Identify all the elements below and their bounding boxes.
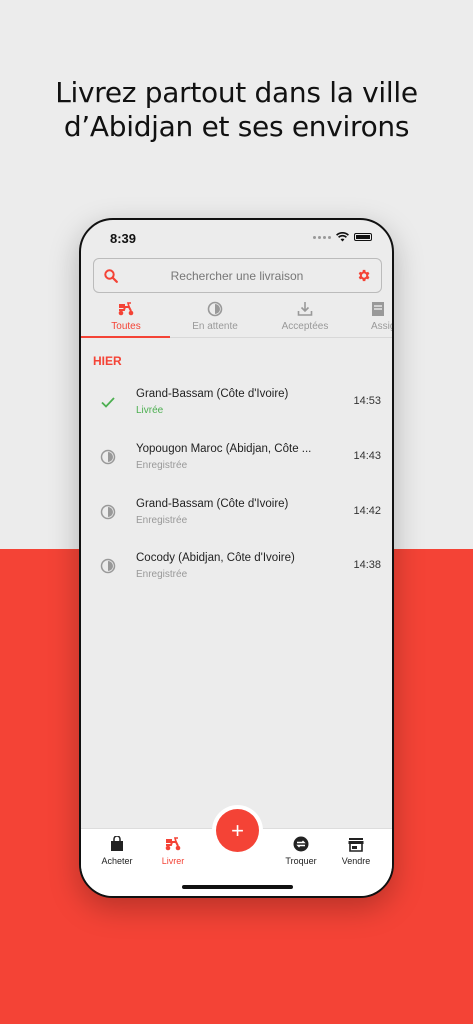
search-input[interactable]: Rechercher une livraison — [118, 269, 356, 283]
section-header: HIER — [93, 354, 122, 368]
half-circle-icon — [100, 504, 116, 520]
half-circle-icon — [207, 301, 223, 317]
nav-livrer[interactable]: Livrer — [143, 835, 203, 866]
delivery-status: Enregistrée — [136, 515, 188, 526]
half-circle-icon — [100, 449, 116, 465]
delivery-time: 14:42 — [353, 505, 381, 517]
delivery-row[interactable]: Yopougon Maroc (Abidjan, Côte ... Enregi… — [81, 435, 392, 489]
status-time: 8:39 — [110, 231, 137, 246]
delivery-title: Yopougon Maroc (Abidjan, Côte ... — [136, 443, 312, 455]
wifi-icon — [336, 232, 349, 242]
tab-toutes-label: Toutes — [111, 321, 141, 332]
nav-livrer-label: Livrer — [161, 856, 185, 866]
home-indicator — [182, 885, 293, 889]
tab-bar: Toutes En attente Acceptées Assig — [81, 300, 394, 338]
scooter-icon — [165, 837, 181, 851]
delivery-status: Enregistrée — [136, 460, 188, 471]
nav-vendre[interactable]: Vendre — [326, 835, 386, 866]
battery-icon — [354, 233, 372, 241]
search-icon[interactable] — [104, 268, 118, 283]
tab-assignees-label: Assig — [371, 321, 394, 332]
tab-toutes[interactable]: Toutes — [81, 300, 171, 338]
nav-acheter[interactable]: Acheter — [87, 835, 147, 866]
delivery-status: Livrée — [136, 405, 164, 416]
tab-acceptees-label: Acceptées — [281, 321, 329, 332]
headline: Livrez partout dans la ville d’Abidjan e… — [0, 76, 473, 144]
status-icons — [313, 232, 372, 242]
add-delivery-button[interactable]: + — [216, 809, 259, 852]
headline-line-2: d’Abidjan et ses environs — [63, 110, 410, 143]
delivery-time: 14:43 — [353, 450, 381, 462]
delivery-title: Grand-Bassam (Côte d'Ivoire) — [136, 498, 289, 510]
signal-icon — [313, 235, 331, 239]
document-icon — [372, 302, 384, 316]
shopping-bag-icon — [111, 836, 123, 851]
tab-acceptees[interactable]: Acceptées — [260, 300, 350, 338]
delivery-row[interactable]: Grand-Bassam (Côte d'Ivoire) Livrée 14:5… — [81, 380, 392, 434]
delivery-title: Grand-Bassam (Côte d'Ivoire) — [136, 388, 289, 400]
gear-icon[interactable] — [356, 268, 371, 283]
download-icon — [297, 302, 313, 316]
nav-acheter-label: Acheter — [101, 856, 133, 866]
check-icon — [101, 397, 115, 408]
tab-en-attente[interactable]: En attente — [170, 300, 260, 338]
store-icon — [348, 837, 364, 852]
tab-en-attente-label: En attente — [192, 321, 238, 332]
delivery-title: Cocody (Abidjan, Côte d'Ivoire) — [136, 552, 295, 564]
half-circle-icon — [100, 558, 116, 574]
nav-troquer[interactable]: Troquer — [271, 835, 331, 866]
scooter-icon — [118, 302, 134, 316]
phone-frame: 8:39 Rechercher une livraison Toutes En … — [79, 218, 394, 898]
delivery-time: 14:53 — [353, 395, 381, 407]
headline-line-1: Livrez partout dans la ville — [55, 76, 418, 109]
active-tab-indicator — [81, 336, 170, 338]
delivery-time: 14:38 — [353, 559, 381, 571]
delivery-row[interactable]: Grand-Bassam (Côte d'Ivoire) Enregistrée… — [81, 490, 392, 544]
delivery-row[interactable]: Cocody (Abidjan, Côte d'Ivoire) Enregist… — [81, 544, 392, 598]
nav-vendre-label: Vendre — [341, 856, 371, 866]
status-bar: 8:39 — [81, 220, 392, 256]
delivery-status: Enregistrée — [136, 569, 188, 580]
search-bar[interactable]: Rechercher une livraison — [93, 258, 382, 293]
tab-assignees[interactable]: Assig — [347, 300, 394, 338]
exchange-icon — [293, 836, 309, 852]
nav-troquer-label: Troquer — [285, 856, 317, 866]
